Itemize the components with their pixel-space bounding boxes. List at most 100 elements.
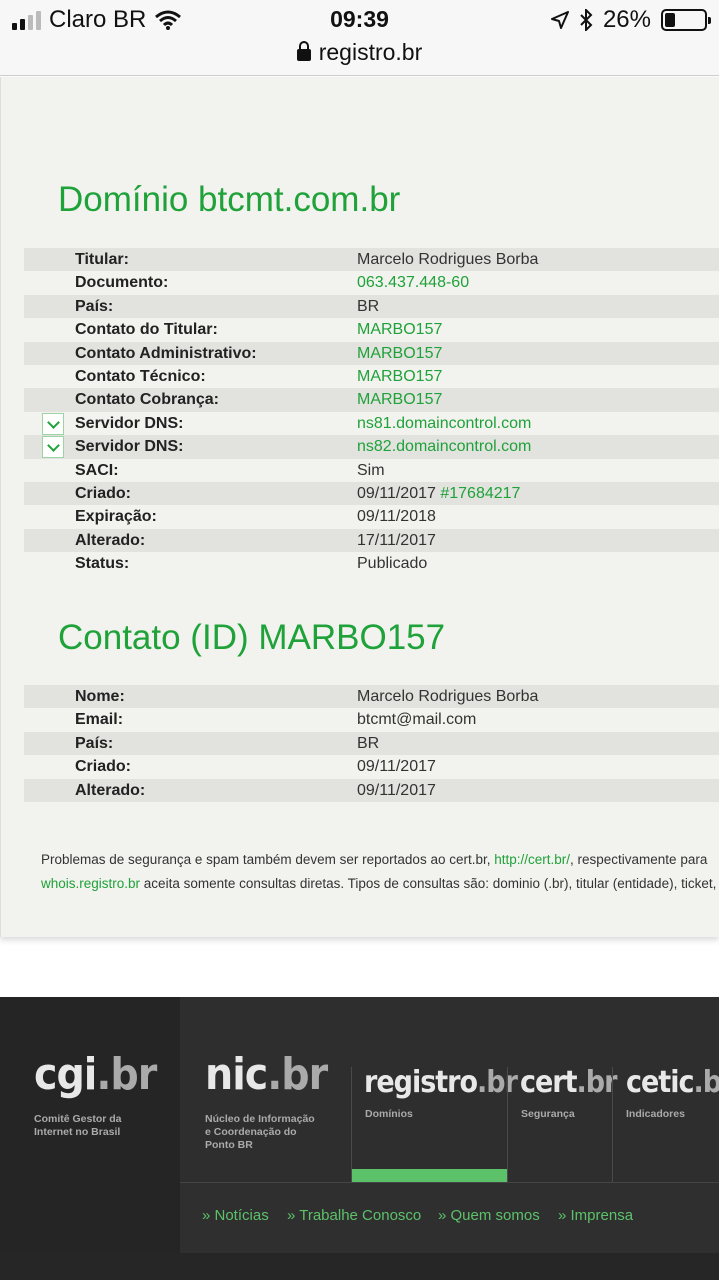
- table-row: Contato Administrativo: MARBO157: [24, 341, 719, 365]
- row-label: Nome:: [75, 688, 125, 705]
- row-value: Marcelo Rodrigues Borba: [357, 251, 539, 268]
- row-label: Status:: [75, 555, 130, 573]
- cetic-subtitle: Indicadores: [626, 1108, 685, 1120]
- cetic-logo[interactable]: cetic.br: [626, 1065, 719, 1100]
- whois-link[interactable]: whois.registro.br: [41, 876, 140, 891]
- whois-note: whois.registro.br aceita somente consult…: [41, 876, 716, 891]
- row-value: Sim: [357, 461, 385, 479]
- row-label: Servidor DNS:: [75, 414, 184, 432]
- logo-suffix: .br: [693, 1065, 719, 1100]
- row-label: Contato Técnico:: [75, 367, 206, 385]
- contact-link[interactable]: MARBO157: [357, 342, 442, 365]
- contact-table: Nome: Marcelo Rodrigues Borba Email: btcmt…: [24, 685, 719, 802]
- row-label: Contato Administrativo:: [75, 344, 257, 362]
- note-text: , respectivamente para: [570, 852, 708, 867]
- note-text: Problemas de segurança e spam também dev…: [41, 852, 495, 867]
- row-label: Servidor DNS:: [75, 438, 184, 456]
- table-row: Alterado: 17/11/2017: [24, 528, 719, 553]
- table-row: Contato do Titular: MARBO157: [24, 318, 719, 341]
- logo-suffix: .br: [477, 1065, 518, 1100]
- cert-subtitle: Segurança: [521, 1108, 575, 1120]
- active-tab-indicator: [352, 1169, 507, 1182]
- dns-expand-toggle[interactable]: [42, 436, 64, 459]
- table-row: Contato Cobrança: MARBO157: [24, 388, 719, 412]
- news-link[interactable]: » Notícias: [202, 1207, 269, 1224]
- cgi-logo[interactable]: cgi.br: [34, 1049, 157, 1100]
- location-arrow-icon: [550, 11, 569, 29]
- row-label: Contato do Titular:: [75, 321, 218, 339]
- table-row: Documento: 063.437.448-60: [24, 271, 719, 294]
- row-label: Titular:: [75, 251, 129, 268]
- press-link[interactable]: » Imprensa: [558, 1207, 633, 1224]
- ticket-link[interactable]: #17684217: [440, 485, 520, 502]
- battery-percent: 26%: [602, 6, 651, 33]
- cert-link[interactable]: http://cert.br/: [494, 852, 570, 867]
- table-row: Criado: 09/11/2017 #17684217: [24, 481, 719, 506]
- contact-link[interactable]: MARBO157: [357, 365, 442, 388]
- battery-icon: [661, 9, 711, 31]
- table-row: Servidor DNS: ns82.domaincontrol.com: [24, 435, 719, 459]
- row-value: 09/11/2018: [357, 508, 436, 526]
- logo-suffix: .br: [576, 1065, 618, 1100]
- url-text: registro.br: [318, 39, 423, 65]
- lock-icon: [296, 41, 311, 61]
- created-date: 09/11/2017: [357, 484, 436, 502]
- row-label: Contato Cobrança:: [75, 391, 219, 409]
- row-value: Marcelo Rodrigues Borba: [357, 688, 539, 705]
- cert-logo[interactable]: cert.br: [520, 1065, 618, 1100]
- table-row: Expiração: 09/11/2018: [24, 505, 719, 528]
- table-row: Status: Publicado: [24, 552, 719, 575]
- domain-table: Titular: Marcelo Rodrigues Borba Document…: [24, 248, 719, 575]
- table-row: Servidor DNS: ns81.domaincontrol.com: [24, 412, 719, 435]
- table-row: Alterado: 09/11/2017: [24, 778, 719, 802]
- divider: [351, 1067, 352, 1182]
- document-link[interactable]: 063.437.448-60: [357, 271, 469, 294]
- dns-expand-toggle[interactable]: [42, 412, 64, 435]
- row-value: 09/11/2017: [357, 781, 436, 799]
- logo-name: cetic: [626, 1065, 694, 1100]
- dns-link[interactable]: ns82.domaincontrol.com: [357, 435, 531, 458]
- table-row: País: BR: [24, 731, 719, 756]
- site-footer: cgi.br Comitê Gestor da Internet no Bras…: [0, 997, 719, 1280]
- about-link[interactable]: » Quem somos: [438, 1207, 540, 1224]
- table-row: Titular: Marcelo Rodrigues Borba: [24, 248, 719, 272]
- row-value: 17/11/2017: [357, 531, 436, 549]
- logo-suffix: .br: [267, 1049, 328, 1100]
- nic-logo[interactable]: nic.br: [205, 1049, 328, 1100]
- dns-link[interactable]: ns81.domaincontrol.com: [357, 412, 531, 435]
- status-right: 26%: [550, 6, 711, 34]
- row-label: Documento:: [75, 274, 169, 292]
- contact-title: Contato (ID) MARBO157: [58, 618, 446, 657]
- careers-link[interactable]: » Trabalhe Conosco: [287, 1207, 421, 1224]
- nic-subtitle: Núcleo de Informação e Coordenação do Po…: [205, 1113, 315, 1151]
- row-label: Expiração:: [75, 508, 157, 526]
- table-row: País: BR: [24, 294, 719, 319]
- divider: [612, 1067, 613, 1182]
- table-row: Nome: Marcelo Rodrigues Borba: [24, 685, 719, 709]
- contact-link[interactable]: MARBO157: [357, 388, 442, 411]
- row-label: Criado:: [75, 484, 131, 502]
- row-label: Alterado:: [75, 531, 146, 549]
- logo-suffix: .br: [96, 1049, 157, 1100]
- row-value: 09/11/2017: [357, 758, 436, 776]
- logo-name: cgi: [34, 1049, 97, 1100]
- row-label: SACI:: [75, 461, 119, 479]
- logo-name: nic: [205, 1049, 268, 1100]
- battery-fill: [665, 13, 675, 27]
- row-label: País:: [75, 734, 114, 752]
- contact-link[interactable]: MARBO157: [357, 318, 442, 341]
- table-row: Contato Técnico: MARBO157: [24, 365, 719, 388]
- row-label: País:: [75, 297, 114, 315]
- table-row: SACI: Sim: [24, 459, 719, 482]
- row-value: BR: [357, 297, 380, 315]
- screen: Claro BR 09:39 26% registro.br Domínio b…: [0, 0, 719, 1280]
- security-note: Problemas de segurança e spam também dev…: [41, 852, 707, 867]
- address-bar[interactable]: registro.br: [0, 34, 719, 76]
- registro-logo[interactable]: registro.br: [364, 1065, 518, 1100]
- footer-bottom-strip: [0, 1253, 719, 1280]
- whois-panel: Domínio btcmt.com.br Titular: Marcelo Rod…: [0, 77, 719, 937]
- table-row: Criado: 09/11/2017: [24, 755, 719, 778]
- row-value: btcmt@mail.com: [357, 711, 477, 729]
- bluetooth-icon: [580, 9, 593, 31]
- logo-name: registro: [364, 1065, 478, 1100]
